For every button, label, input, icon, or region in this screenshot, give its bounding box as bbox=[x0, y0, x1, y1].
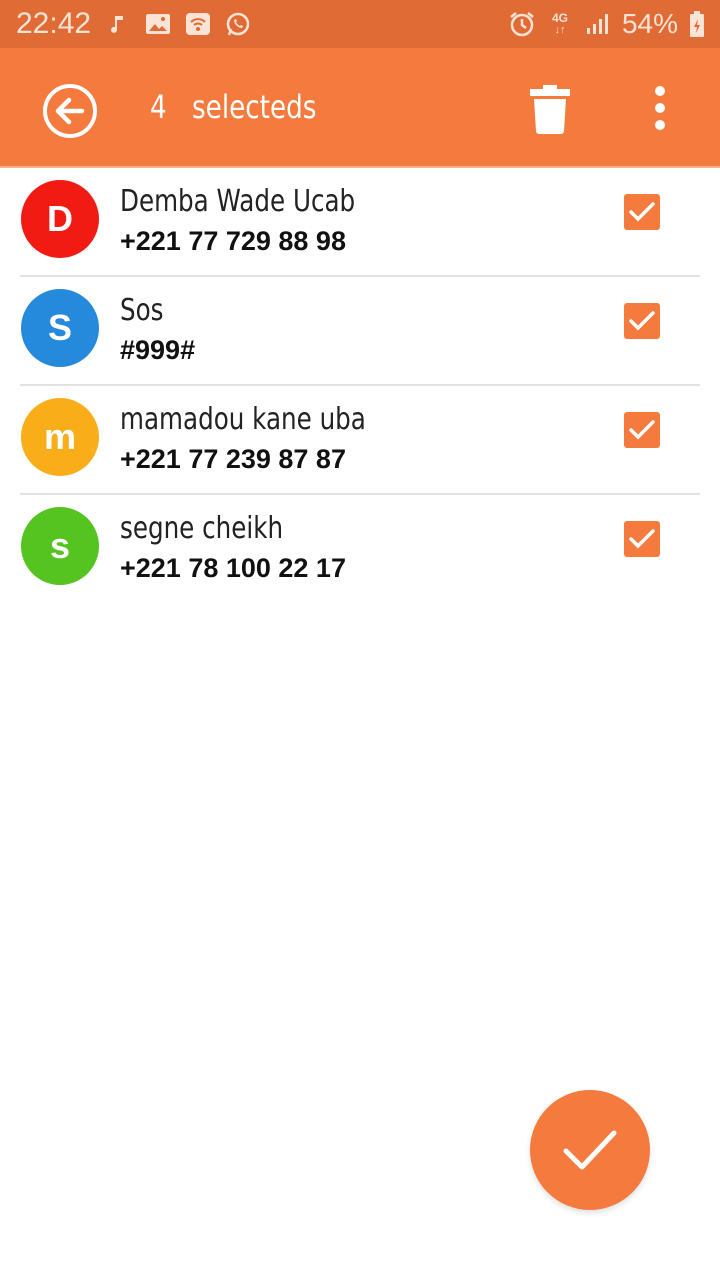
system-icons: 4G ↓↑ 54% bbox=[508, 8, 706, 40]
contact-name: segne cheikh bbox=[120, 511, 284, 546]
confirm-fab-button[interactable] bbox=[530, 1090, 650, 1210]
data-arrows: ↓↑ bbox=[554, 24, 566, 36]
check-icon bbox=[563, 1130, 617, 1170]
battery-percent: 54% bbox=[621, 8, 678, 39]
avatar: S bbox=[21, 289, 99, 367]
more-vert-icon bbox=[655, 86, 665, 130]
contact-name: mamadou kane uba bbox=[120, 402, 366, 437]
contact-row[interactable]: S Sos #999# bbox=[0, 277, 720, 386]
contact-row[interactable]: m mamadou kane uba +221 77 239 87 87 bbox=[0, 386, 720, 495]
network-4g-icon: 4G ↓↑ bbox=[546, 10, 574, 38]
selection-checkbox[interactable] bbox=[624, 521, 660, 557]
check-icon bbox=[629, 420, 655, 440]
contact-phone: +221 78 100 22 17 bbox=[120, 553, 346, 583]
network-label: 4G bbox=[551, 11, 568, 25]
selection-checkbox[interactable] bbox=[624, 412, 660, 448]
signal-icon bbox=[584, 10, 612, 38]
avatar: D bbox=[21, 180, 99, 258]
selection-checkbox[interactable] bbox=[624, 303, 660, 339]
contact-phone: +221 77 729 88 98 bbox=[120, 226, 346, 256]
back-arrow-icon bbox=[43, 84, 97, 138]
selected-label: selecteds bbox=[192, 88, 317, 126]
image-icon bbox=[144, 10, 172, 38]
contact-row[interactable]: s segne cheikh +221 78 100 22 17 bbox=[0, 495, 720, 604]
delete-button[interactable] bbox=[528, 84, 572, 134]
selection-app-bar: 4 selecteds bbox=[0, 48, 720, 168]
avatar: m bbox=[21, 398, 99, 476]
check-icon bbox=[629, 529, 655, 549]
notification-icons bbox=[104, 10, 252, 38]
selected-count: 4 bbox=[150, 88, 167, 126]
whatsapp-icon bbox=[224, 10, 252, 38]
contact-phone: +221 77 239 87 87 bbox=[120, 444, 346, 474]
music-note-icon bbox=[104, 10, 132, 38]
wifi-hotspot-icon bbox=[184, 10, 212, 38]
status-time: 22:42 bbox=[16, 7, 92, 40]
alarm-icon bbox=[508, 10, 536, 38]
contact-list: D Demba Wade Ucab +221 77 729 88 98 S So… bbox=[0, 168, 720, 604]
more-options-button[interactable] bbox=[646, 84, 674, 134]
back-button[interactable] bbox=[40, 81, 100, 141]
check-icon bbox=[629, 311, 655, 331]
contact-phone: #999# bbox=[120, 335, 196, 365]
battery-icon bbox=[688, 10, 706, 38]
status-bar: 22:42 4G ↓↑ 54% bbox=[0, 0, 720, 48]
avatar: s bbox=[21, 507, 99, 585]
contact-name: Sos bbox=[120, 293, 164, 328]
trash-icon bbox=[530, 85, 570, 134]
selection-checkbox[interactable] bbox=[624, 194, 660, 230]
check-icon bbox=[629, 202, 655, 222]
contact-name: Demba Wade Ucab bbox=[120, 184, 356, 219]
contact-row[interactable]: D Demba Wade Ucab +221 77 729 88 98 bbox=[0, 168, 720, 277]
